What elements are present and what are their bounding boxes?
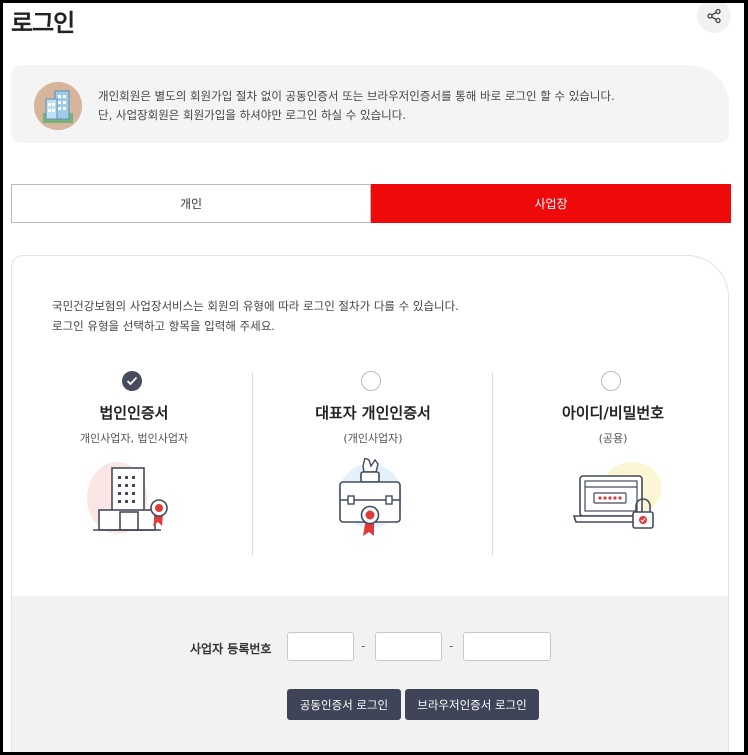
- option-subtitle: (공용): [598, 432, 628, 445]
- joint-cert-login-button[interactable]: 공동인증서 로그인: [287, 689, 401, 720]
- tab-personal[interactable]: 개인: [11, 184, 371, 223]
- page-title: 로그인: [11, 9, 75, 37]
- radio-selected[interactable]: [122, 371, 142, 391]
- biz-number-part-3[interactable]: [463, 632, 551, 661]
- briefcase-certificate-icon: [338, 458, 402, 536]
- notice-line-2: 단, 사업장회원은 회원가입을 하셔야만 로그인 하실 수 있습니다.: [98, 108, 406, 122]
- check-icon: [126, 376, 138, 386]
- option-subtitle: 개인사업자, 법인사업자: [79, 432, 189, 445]
- option-title: 법인인증서: [99, 404, 169, 422]
- radio-unselected[interactable]: [361, 371, 381, 391]
- login-type-representative-cert[interactable]: 대표자 개인인증서 (개인사업자): [253, 368, 493, 553]
- notice-text: 개인회원은 별도의 회원가입 절차 없이 공동인증서 또는 브라우저인증서를 통…: [98, 87, 615, 125]
- page-frame: 로그인 개인회원은 별도의 회원가입 절차 없이 공동인증서 또는 브라우저인증…: [3, 3, 744, 752]
- building-icon: [34, 82, 82, 130]
- tab-business[interactable]: 사업장: [371, 184, 731, 223]
- biz-number-label: 사업자 등록번호: [190, 642, 272, 656]
- business-login-form: 사업자 등록번호 - - 공동인증서 로그인 브라우저인증서 로그인: [12, 596, 728, 752]
- separator: -: [449, 639, 454, 653]
- member-type-tabs: 개인 사업장: [11, 184, 731, 223]
- card-desc-line-2: 로그인 유형을 선택하고 항목을 입력해 주세요.: [52, 319, 275, 333]
- office-building-certificate-icon: [87, 462, 168, 534]
- login-type-id-password[interactable]: 아이디/비밀번호 (공용): [493, 368, 728, 553]
- biz-number-part-2[interactable]: [375, 632, 442, 661]
- option-subtitle: (개인사업자): [343, 432, 403, 445]
- card-desc-line-1: 국민건강보험의 사업장서비스는 회원의 유형에 따라 로그인 절차가 다를 수 …: [52, 299, 459, 313]
- option-title: 아이디/비밀번호: [561, 404, 665, 422]
- share-icon: [707, 8, 721, 24]
- radio-unselected[interactable]: [601, 371, 621, 391]
- browser-cert-login-button[interactable]: 브라우저인증서 로그인: [405, 689, 539, 720]
- separator: -: [361, 639, 366, 653]
- login-type-options: 법인인증서 개인사업자, 법인사업자 대표자 개인인증서 (개인사업자) 아이디…: [12, 368, 728, 558]
- biz-number-part-1[interactable]: [287, 632, 354, 661]
- login-type-corporate-cert[interactable]: 법인인증서 개인사업자, 법인사업자: [14, 368, 254, 553]
- notice-box: 개인회원은 별도의 회원가입 절차 없이 공동인증서 또는 브라우저인증서를 통…: [11, 65, 729, 143]
- option-title: 대표자 개인인증서: [315, 404, 431, 422]
- notice-line-1: 개인회원은 별도의 회원가입 절차 없이 공동인증서 또는 브라우저인증서를 통…: [98, 89, 615, 103]
- share-button[interactable]: [697, 3, 731, 33]
- login-card: 국민건강보험의 사업장서비스는 회원의 유형에 따라 로그인 절차가 다를 수 …: [11, 255, 729, 752]
- card-description: 국민건강보험의 사업장서비스는 회원의 유형에 따라 로그인 절차가 다를 수 …: [52, 296, 459, 336]
- laptop-password-lock-icon: [572, 462, 662, 529]
